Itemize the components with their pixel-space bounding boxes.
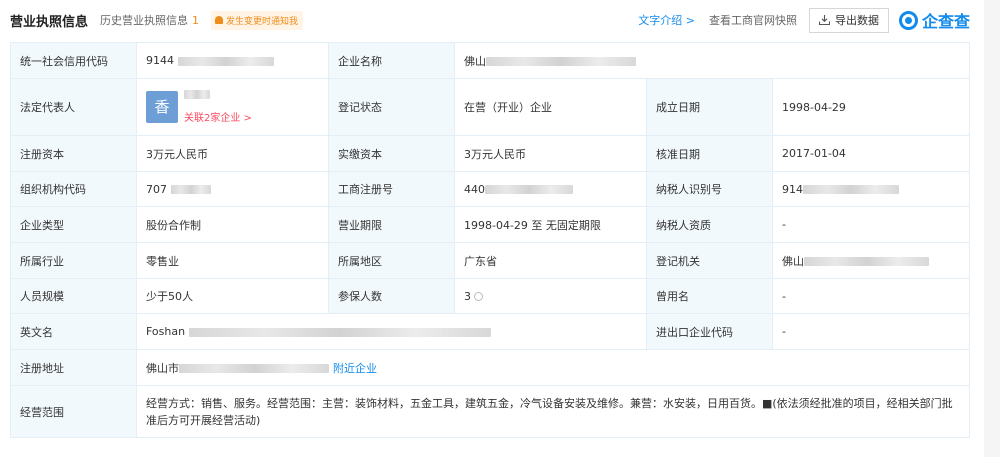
value-reg-address: 佛山市 附近企业 (135, 349, 971, 386)
label-business-term: 营业期限 (328, 206, 455, 243)
value-taxpayer-qual: - (771, 206, 971, 243)
redacted-mask (485, 185, 573, 194)
redacted-mask (184, 90, 210, 99)
official-snapshot-link[interactable]: 查看工商官网快照 (709, 12, 797, 28)
value-reg-capital: 3万元人民币 (136, 135, 329, 172)
business-reg-no-text: 440 (464, 182, 485, 196)
redacted-mask (170, 185, 211, 194)
table-row: 法定代表人 香 关联2家企业 > 登记状态 在营（开业）企业 成立日期 1998… (10, 78, 971, 136)
label-former-name: 曾用名 (646, 278, 773, 314)
label-org-code: 组织机构代码 (10, 171, 137, 207)
value-english-name: Foshan (136, 313, 647, 350)
logo-text: 企查查 (921, 12, 970, 31)
label-company-type: 企业类型 (10, 206, 137, 243)
insured-count-text: 3 (464, 289, 471, 303)
notify-label[interactable]: 发生变更时通知我 (226, 14, 298, 27)
info-circle-icon[interactable] (474, 292, 483, 301)
redacted-mask (803, 185, 899, 194)
label-english-name: 英文名 (10, 313, 137, 350)
label-taxpayer-qual: 纳税人资质 (646, 206, 773, 243)
value-credit-code: 9144 (136, 42, 329, 79)
label-industry: 所属行业 (10, 242, 137, 279)
value-company-name: 佛山 (453, 42, 971, 79)
export-label[interactable]: 导出数据 (835, 12, 879, 28)
credit-code-text: 9144 (146, 54, 174, 67)
vertical-scrollbar[interactable] (984, 0, 1000, 457)
qichacha-logo[interactable]: 企查查 (898, 8, 970, 32)
label-business-scope: 经营范围 (10, 385, 137, 438)
label-reg-status: 登记状态 (328, 78, 455, 136)
value-business-reg-no: 440 (454, 171, 647, 207)
label-company-name: 企业名称 (328, 42, 455, 79)
label-import-export-code: 进出口企业代码 (646, 313, 773, 350)
value-staff-size: 少于50人 (136, 278, 329, 314)
redacted-mask (486, 57, 636, 66)
label-reg-authority: 登记机关 (646, 242, 773, 279)
table-row: 所属行业 零售业 所属地区 广东省 登记机关 佛山 (10, 242, 971, 279)
table-row: 统一社会信用代码 9144 企业名称 佛山 (10, 42, 971, 79)
business-license-table: 统一社会信用代码 9144 企业名称 佛山 法定代表人 香 关联2家企业 > 登… (10, 42, 971, 438)
value-approval-date: 2017-01-04 (771, 135, 971, 172)
section-header: 营业执照信息 历史营业执照信息 1 发生变更时通知我 文字介绍 > 查看工商官网快… (10, 0, 970, 40)
history-count[interactable]: 1 (192, 14, 199, 27)
label-reg-capital: 注册资本 (10, 135, 137, 172)
value-business-term: 1998-04-29 至 无固定期限 (454, 206, 647, 243)
label-legal-rep: 法定代表人 (10, 78, 137, 136)
avatar[interactable]: 香 (146, 91, 178, 123)
label-insured-count: 参保人数 (328, 278, 455, 314)
related-companies-link[interactable]: 关联2家企业 > (184, 109, 252, 124)
label-region: 所属地区 (328, 242, 455, 279)
table-row: 人员规模 少于50人 参保人数 3 曾用名 - (10, 278, 971, 314)
redacted-mask (177, 56, 274, 66)
value-org-code: 707 (136, 171, 329, 207)
table-row: 组织机构代码 707 工商注册号 440 纳税人识别号 914 (10, 171, 971, 207)
label-staff-size: 人员规模 (10, 278, 137, 314)
text-intro-link[interactable]: 文字介绍 > (638, 12, 695, 28)
history-license-link[interactable]: 历史营业执照信息 1 (100, 12, 199, 28)
value-import-export-code: - (771, 313, 971, 350)
table-row: 企业类型 股份合作制 营业期限 1998-04-29 至 无固定期限 纳税人资质… (10, 206, 971, 243)
qichacha-logo-icon (898, 10, 918, 30)
reg-authority-text: 佛山 (782, 254, 804, 268)
export-data-button[interactable]: 导出数据 (808, 7, 889, 33)
label-established: 成立日期 (646, 78, 773, 136)
bell-icon (215, 16, 224, 24)
nearby-companies-link[interactable]: 附近企业 (333, 362, 377, 375)
taxpayer-id-text: 914 (782, 182, 803, 196)
table-row: 注册资本 3万元人民币 实缴资本 3万元人民币 核准日期 2017-01-04 (10, 135, 971, 172)
label-approval-date: 核准日期 (646, 135, 773, 172)
value-established: 1998-04-29 (771, 78, 971, 136)
table-row: 经营范围 经营方式：销售、服务。经营范围：主营：装饰材料，五金工具，建筑五金，冷… (10, 385, 971, 438)
redacted-mask (179, 364, 329, 373)
value-business-scope: 经营方式：销售、服务。经营范围：主营：装饰材料，五金工具，建筑五金，冷气设备安装… (135, 385, 971, 438)
company-name-text: 佛山 (464, 54, 486, 68)
table-row: 注册地址 佛山市 附近企业 (10, 349, 971, 386)
table-row: 英文名 Foshan 进出口企业代码 - (10, 313, 971, 350)
redacted-mask (188, 327, 491, 337)
value-reg-authority: 佛山 (771, 242, 971, 279)
english-name-text: Foshan (146, 325, 186, 338)
value-company-type: 股份合作制 (136, 206, 329, 243)
label-credit-code: 统一社会信用代码 (10, 42, 137, 79)
notify-on-change-button[interactable]: 发生变更时通知我 (211, 10, 304, 30)
download-icon (818, 15, 830, 25)
reg-address-text: 佛山市 (146, 361, 179, 375)
value-former-name: - (771, 278, 971, 314)
value-insured-count: 3 (454, 278, 647, 314)
label-business-reg-no: 工商注册号 (328, 171, 455, 207)
redacted-mask (804, 257, 929, 266)
value-taxpayer-id: 914 (771, 171, 971, 207)
value-region: 广东省 (454, 242, 647, 279)
label-reg-address: 注册地址 (10, 349, 137, 386)
section-title: 营业执照信息 (10, 14, 89, 30)
value-industry: 零售业 (136, 242, 329, 279)
value-paid-capital: 3万元人民币 (454, 135, 647, 172)
label-taxpayer-id: 纳税人识别号 (646, 171, 773, 207)
org-code-text: 707 (146, 182, 167, 196)
value-legal-rep: 香 关联2家企业 > (136, 78, 329, 136)
value-reg-status: 在营（开业）企业 (454, 78, 647, 136)
label-paid-capital: 实缴资本 (328, 135, 455, 172)
history-label[interactable]: 历史营业执照信息 (100, 14, 188, 27)
